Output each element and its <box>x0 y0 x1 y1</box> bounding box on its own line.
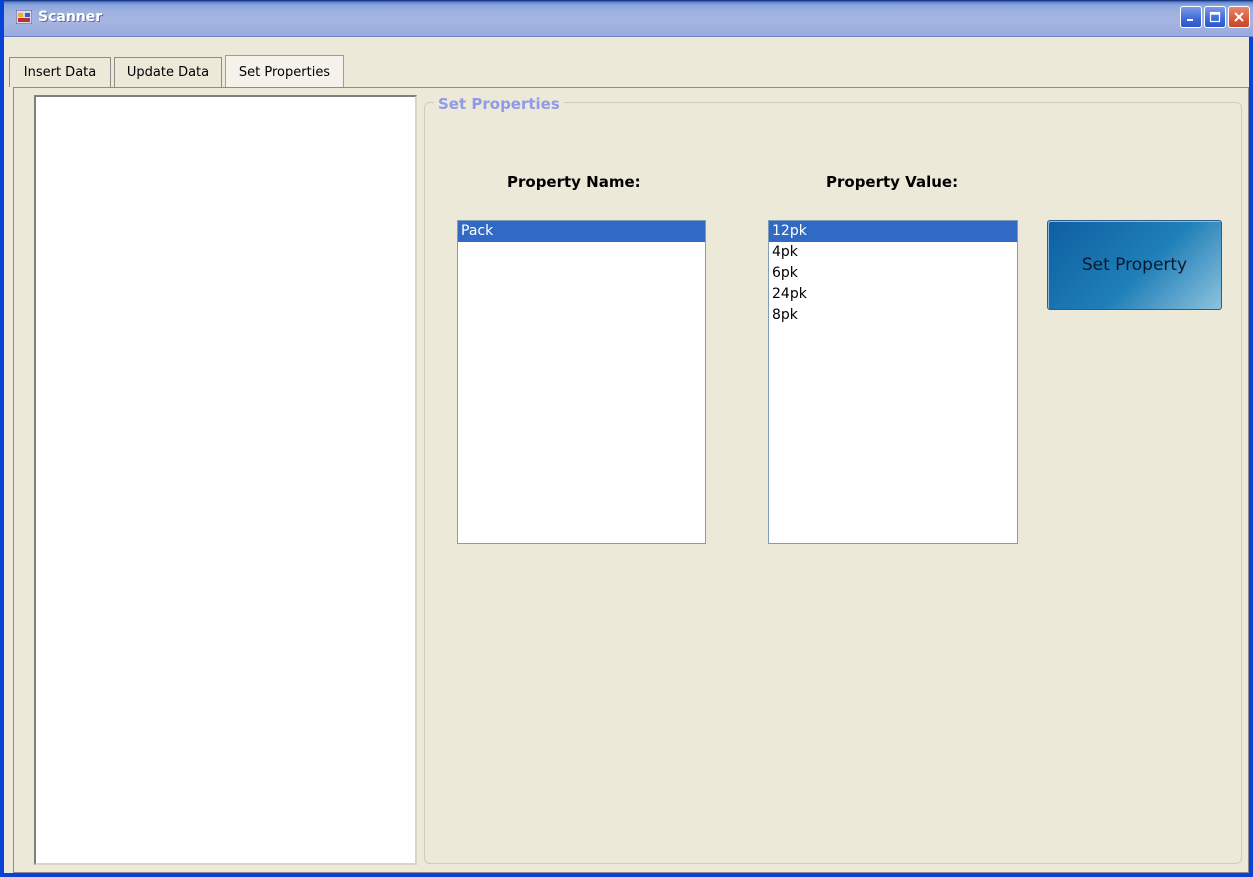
minimize-icon <box>1187 19 1193 21</box>
property-value-listbox[interactable]: 12pk 4pk 6pk 24pk 8pk <box>768 220 1018 544</box>
property-value-label: Property Value: <box>826 173 959 191</box>
maximize-button[interactable] <box>1204 6 1226 28</box>
set-property-label: Set Property <box>1081 255 1188 275</box>
main-window: Scanner Insert Data Update Data Set Prop… <box>0 0 1253 877</box>
tab-label: Set Properties <box>238 64 331 80</box>
list-item[interactable]: 4pk <box>769 242 1017 263</box>
group-legend: Set Properties <box>434 95 564 113</box>
tab-set-properties[interactable]: Set Properties <box>225 55 344 88</box>
title-bar[interactable]: Scanner <box>4 0 1253 37</box>
window-title: Scanner <box>38 9 103 25</box>
app-icon <box>16 10 32 24</box>
tab-insert-data[interactable]: Insert Data <box>9 57 111 87</box>
close-button[interactable] <box>1228 6 1250 28</box>
list-item[interactable]: 8pk <box>769 305 1017 326</box>
window-controls <box>1180 6 1250 28</box>
tab-update-data[interactable]: Update Data <box>114 57 222 87</box>
property-name-listbox[interactable]: Pack <box>457 220 706 544</box>
close-icon <box>1234 12 1244 22</box>
list-item[interactable]: Pack <box>458 221 705 242</box>
list-item[interactable]: 24pk <box>769 284 1017 305</box>
item-list[interactable] <box>34 95 417 865</box>
minimize-button[interactable] <box>1180 6 1202 28</box>
tab-label: Insert Data <box>23 65 97 80</box>
maximize-icon <box>1209 11 1221 23</box>
property-name-label: Property Name: <box>507 173 641 191</box>
set-property-button[interactable]: Set Property <box>1047 220 1222 310</box>
list-item[interactable]: 6pk <box>769 263 1017 284</box>
list-item[interactable]: 12pk <box>769 221 1017 242</box>
tab-label: Update Data <box>126 65 210 80</box>
